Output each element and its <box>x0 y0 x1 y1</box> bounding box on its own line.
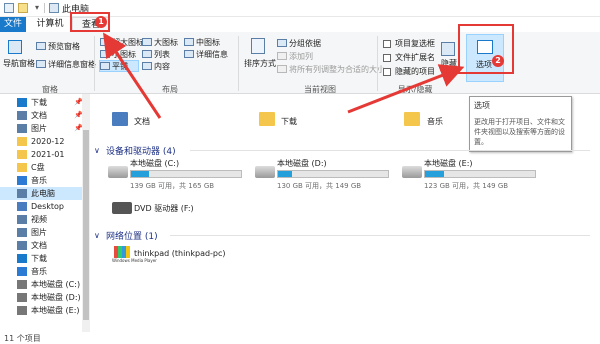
annotation-arrow-2 <box>347 64 465 114</box>
annotation-arrow-1 <box>103 32 162 119</box>
annotation-arrows <box>103 32 465 119</box>
